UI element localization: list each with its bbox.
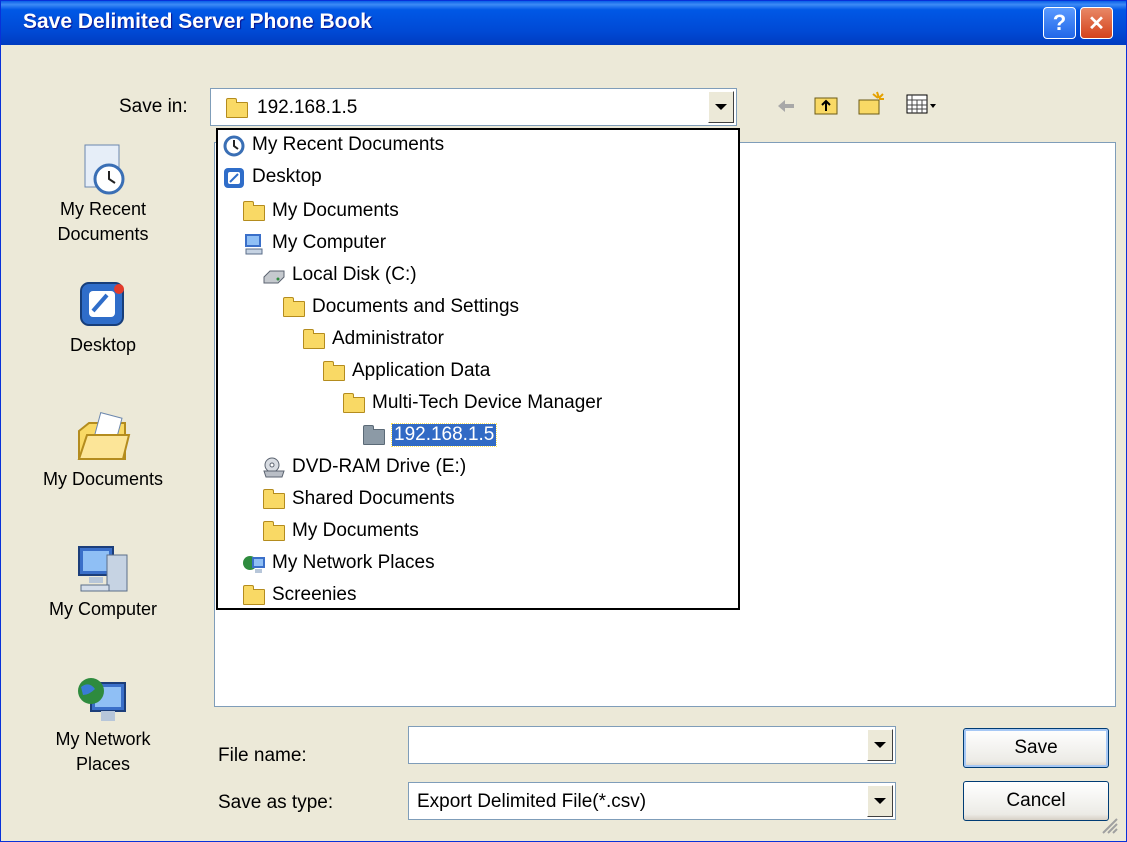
file-name-label: File name: [218, 745, 307, 766]
help-icon: ? [1052, 10, 1067, 35]
close-icon: ✕ [1088, 12, 1105, 35]
folder-icon [302, 329, 326, 349]
close-button[interactable]: ✕ [1080, 7, 1113, 39]
list-item[interactable]: My Documents [262, 515, 419, 547]
save-button-label: Save [1014, 737, 1058, 758]
hard-disk-icon [262, 265, 286, 285]
list-item-label: My Recent Documents [252, 134, 445, 155]
folder-icon [262, 489, 286, 509]
list-item-label: My Network Places [272, 552, 435, 573]
folder-icon [342, 393, 366, 413]
back-icon[interactable] [775, 95, 797, 117]
list-item-label: Local Disk (C:) [292, 264, 417, 285]
list-item[interactable]: Application Data [322, 355, 490, 387]
list-item-label: My Documents [272, 200, 399, 221]
dialog-client-area: Save in: 192.168.1.5 My Recent Documents… [5, 45, 1122, 839]
desktop-icon [222, 167, 246, 188]
list-item[interactable]: Administrator [302, 323, 444, 355]
chevron-down-icon [874, 798, 886, 804]
list-item[interactable]: My Documents [242, 195, 399, 227]
save-as-type-label: Save as type: [218, 792, 334, 813]
folder-icon [322, 361, 346, 381]
help-button[interactable]: ? [1043, 7, 1076, 39]
save-in-dropdown-list: My Recent Documents Desktop My Documents… [216, 128, 740, 610]
window-title: Save Delimited Server Phone Book [23, 10, 372, 33]
list-item-label: Screenies [272, 584, 357, 605]
save-in-label: Save in: [119, 96, 188, 117]
folder-icon [362, 425, 386, 445]
save-button[interactable]: Save [963, 728, 1109, 768]
list-item-label: My Documents [292, 520, 419, 541]
place-label-line1: Desktop [69, 335, 137, 355]
place-label-line1: My Documents [42, 469, 164, 489]
place-my-documents[interactable]: My Documents [23, 411, 183, 492]
recent-documents-icon [222, 135, 246, 157]
save-in-value: 192.168.1.5 [257, 97, 358, 118]
chevron-down-icon [715, 104, 727, 110]
chevron-down-icon [874, 742, 886, 748]
folder-icon [242, 585, 266, 605]
folder-icon [282, 297, 306, 317]
desktop-icon [75, 277, 131, 333]
list-item[interactable]: DVD-RAM Drive (E:) [262, 451, 466, 483]
list-item-label: Shared Documents [292, 488, 455, 509]
network-places-icon [75, 671, 131, 727]
cancel-button-label: Cancel [1006, 790, 1066, 811]
place-desktop[interactable]: Desktop [23, 277, 183, 358]
list-item-label: 192.168.1.5 [390, 423, 498, 447]
folder-icon [262, 521, 286, 541]
cancel-button[interactable]: Cancel [963, 781, 1109, 821]
list-item[interactable]: Local Disk (C:) [262, 259, 417, 291]
place-label-line2: Places [75, 754, 131, 774]
view-menu-icon[interactable] [905, 92, 939, 118]
save-as-type-combo[interactable]: Export Delimited File(*.csv) [408, 782, 896, 820]
save-as-type-value: Export Delimited File(*.csv) [417, 791, 647, 812]
list-item[interactable]: Desktop [222, 161, 322, 193]
new-folder-icon[interactable] [857, 90, 887, 118]
list-item-label: DVD-RAM Drive (E:) [292, 456, 467, 477]
list-item[interactable]: Documents and Settings [282, 291, 519, 323]
list-item[interactable]: My Network Places [242, 547, 435, 579]
my-documents-icon [75, 411, 131, 467]
place-recent-documents[interactable]: My Recent Documents [23, 141, 183, 247]
save-in-folder-icon [225, 98, 249, 118]
place-my-computer[interactable]: My Computer [23, 541, 183, 622]
save-in-dropdown-button[interactable] [708, 91, 734, 123]
up-folder-icon[interactable] [813, 92, 839, 118]
list-item[interactable]: My Recent Documents [222, 129, 444, 161]
list-item-label: Documents and Settings [312, 296, 520, 317]
save-as-type-dropdown-button[interactable] [867, 785, 893, 817]
save-dialog-window: Save Delimited Server Phone Book ? ✕ Sav… [0, 0, 1127, 842]
network-places-icon [242, 553, 266, 573]
my-documents-icon [242, 201, 266, 221]
list-item[interactable]: My Computer [242, 227, 386, 259]
file-name-dropdown-button[interactable] [867, 729, 893, 761]
list-item[interactable]: Screenies [242, 579, 357, 611]
file-name-combo[interactable] [408, 726, 896, 764]
list-item-selected[interactable]: 192.168.1.5 [362, 419, 498, 451]
resize-grip-icon[interactable] [1099, 815, 1119, 835]
list-item[interactable]: Shared Documents [262, 483, 455, 515]
place-label-line1: My Computer [48, 599, 158, 619]
list-item-label: Administrator [332, 328, 444, 349]
recent-documents-icon [75, 141, 131, 197]
list-item-label: Desktop [252, 166, 322, 187]
list-item-label: My Computer [272, 232, 387, 253]
title-bar[interactable]: Save Delimited Server Phone Book ? ✕ [1, 1, 1126, 45]
save-in-combo[interactable]: 192.168.1.5 [210, 88, 737, 126]
list-item-label: Multi-Tech Device Manager [372, 392, 603, 413]
place-label-line2: Documents [57, 224, 149, 244]
list-item-label: Application Data [352, 360, 491, 381]
place-label-line1: My Network [55, 729, 151, 749]
dvd-drive-icon [262, 457, 286, 478]
place-network-places[interactable]: My Network Places [23, 671, 183, 777]
place-label-line1: My Recent [59, 199, 147, 219]
my-computer-icon [242, 233, 266, 255]
list-item[interactable]: Multi-Tech Device Manager [342, 387, 602, 419]
my-computer-icon [75, 541, 131, 597]
